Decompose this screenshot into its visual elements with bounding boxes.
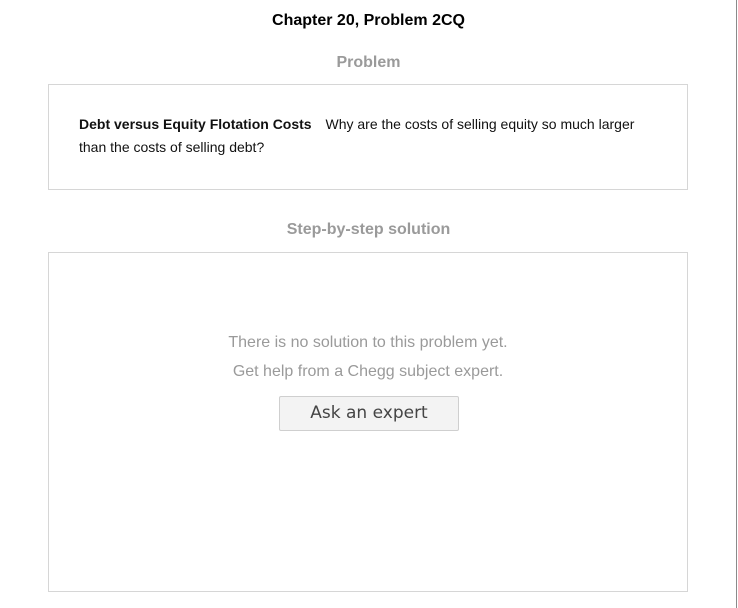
page-right-border xyxy=(736,0,737,608)
page-title: Chapter 20, Problem 2CQ xyxy=(272,12,465,29)
no-solution-line-2: Get help from a Chegg subject expert. xyxy=(232,363,504,380)
no-solution-message: There is no solution to this problem yet… xyxy=(49,328,687,386)
no-solution-line-1: There is no solution to this problem yet… xyxy=(228,334,508,351)
problem-box: Debt versus Equity Flotation Costs Why a… xyxy=(48,84,688,190)
solution-heading: Step-by-step solution xyxy=(286,221,451,238)
solution-box: There is no solution to this problem yet… xyxy=(48,252,688,592)
ask-an-expert-button[interactable]: Ask an expert xyxy=(279,396,459,431)
problem-term: Debt versus Equity Flotation Costs xyxy=(79,116,312,132)
problem-heading: Problem xyxy=(336,54,401,71)
problem-statement: Debt versus Equity Flotation Costs Why a… xyxy=(79,113,663,159)
